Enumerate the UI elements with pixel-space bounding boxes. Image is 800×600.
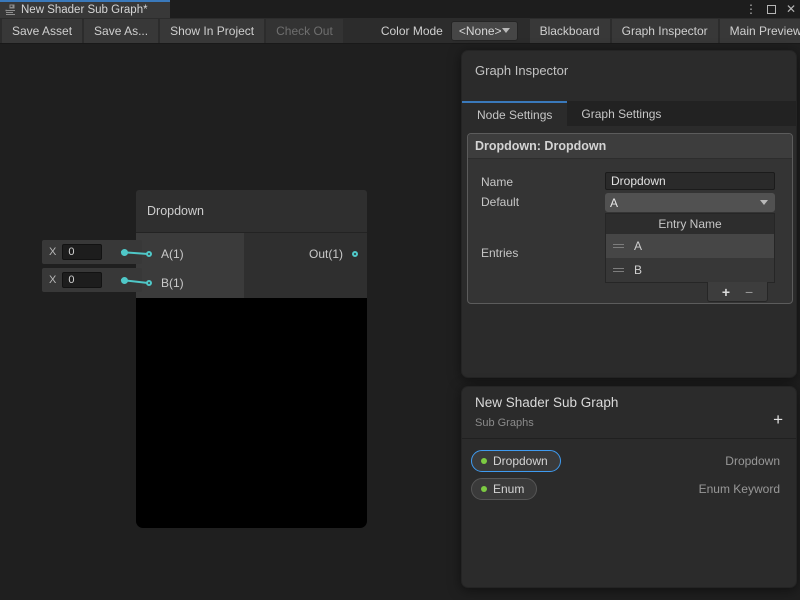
output-port-out[interactable]: Out(1) [309,247,358,261]
property-pill-enum[interactable]: Enum [471,478,537,500]
panel-title: Graph Inspector [475,63,568,78]
port-circle-icon[interactable] [146,280,152,286]
entries-list-footer: + − [707,282,768,302]
chevron-down-icon [502,28,510,33]
graph-inspector-toggle-button[interactable]: Graph Inspector [612,19,718,43]
default-value-widget-b: X 0 [42,268,142,292]
entry-row-a[interactable]: A [606,234,774,258]
show-in-project-button[interactable]: Show In Project [160,19,264,43]
blackboard-subtitle: Sub Graphs [475,417,534,429]
close-icon[interactable]: ✕ [786,0,796,18]
name-label: Name [481,175,513,189]
axis-label: X [49,246,56,258]
input-port-a[interactable]: A(1) [146,247,184,261]
save-asset-button[interactable]: Save Asset [2,19,82,43]
default-label: Default [481,195,519,209]
entries-label: Entries [481,246,518,260]
property-pill-dropdown[interactable]: Dropdown [471,450,561,472]
default-dropdown-value: A [610,196,618,210]
property-row-dropdown: Dropdown Dropdown [471,449,780,473]
window-menu-icon[interactable]: ⋮ [745,0,757,18]
add-entry-button[interactable]: + [722,285,730,299]
drag-handle-icon[interactable] [613,244,624,248]
value-field[interactable]: 0 [62,244,102,260]
blackboard-toggle-button[interactable]: Blackboard [530,19,610,43]
blackboard-panel: New Shader Sub Graph Sub Graphs + Dropdo… [461,386,797,588]
entry-row-b[interactable]: B [606,258,774,282]
shader-graph-icon [5,4,17,16]
property-type-label: Enum Keyword [699,482,780,496]
entries-list: Entry Name A B [605,213,775,283]
inspector-tabbar: Node Settings Graph Settings [462,101,796,126]
node-port-area: A(1) B(1) Out(1) [136,233,367,298]
connector-dot-icon [121,277,128,284]
tab-graph-settings[interactable]: Graph Settings [567,101,675,126]
name-input[interactable]: Dropdown [605,172,775,190]
node-settings-section: Dropdown: Dropdown Name Dropdown Default… [467,133,793,304]
main-preview-toggle-button[interactable]: Main Preview [720,19,800,43]
port-circle-icon[interactable] [352,251,358,257]
axis-label: X [49,274,56,286]
tab-node-settings[interactable]: Node Settings [462,101,567,126]
node-preview [136,298,367,528]
property-row-enum: Enum Enum Keyword [471,477,780,501]
shader-graph-window: New Shader Sub Graph* ⋮ ✕ Save Asset Sav… [0,0,800,600]
blackboard-title: New Shader Sub Graph [475,395,618,410]
property-type-label: Dropdown [725,454,780,468]
window-controls: ⋮ ✕ [745,0,796,18]
check-out-button: Check Out [266,19,343,43]
save-as-button[interactable]: Save As... [84,19,158,43]
divider [462,438,796,439]
chevron-down-icon [760,200,768,205]
graph-toolbar: Save Asset Save As... Show In Project Ch… [0,18,800,44]
tab-title: New Shader Sub Graph* [21,4,148,16]
connector-dot-icon [121,249,128,256]
window-titlebar: New Shader Sub Graph* ⋮ ✕ [0,0,800,18]
input-port-b[interactable]: B(1) [146,276,184,290]
remove-entry-button[interactable]: − [745,285,753,299]
drag-handle-icon[interactable] [613,268,624,272]
default-dropdown[interactable]: A [605,193,775,212]
add-property-button[interactable]: + [773,411,783,428]
toolbar-right-group: Blackboard Graph Inspector Main Preview [528,19,800,43]
section-title: Dropdown: Dropdown [468,134,792,159]
node-title[interactable]: Dropdown [136,190,367,233]
graph-inspector-panel: Graph Inspector Node Settings Graph Sett… [461,50,797,378]
port-circle-icon[interactable] [146,251,152,257]
color-mode-dropdown[interactable]: <None> [451,21,518,41]
exposed-dot-icon [481,458,487,464]
entries-column-header: Entry Name [606,214,774,234]
color-mode-value: <None> [459,24,502,38]
maximize-icon[interactable] [767,5,776,14]
exposed-dot-icon [481,486,487,492]
color-mode-label: Color Mode [381,24,443,38]
value-field[interactable]: 0 [62,272,102,288]
document-tab[interactable]: New Shader Sub Graph* [0,0,170,18]
dropdown-node[interactable]: Dropdown A(1) B(1) Out(1) [136,190,367,528]
default-value-widget-a: X 0 [42,240,142,264]
